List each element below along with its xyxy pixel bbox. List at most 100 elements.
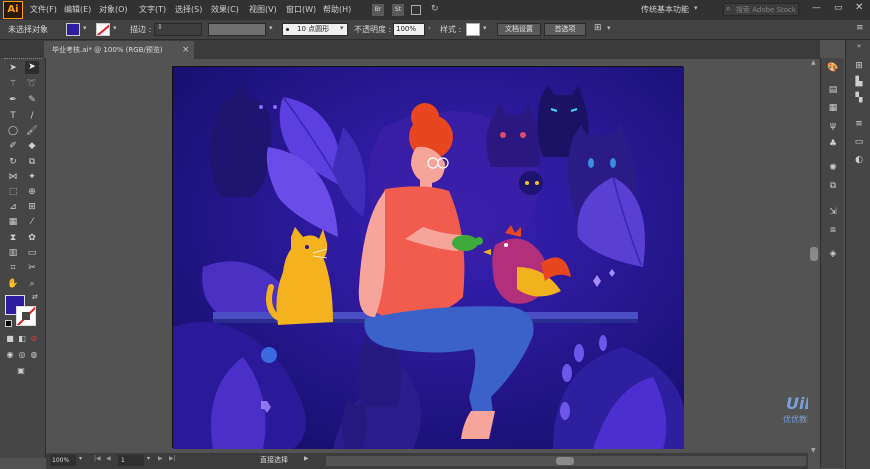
symbols-icon[interactable]: ♣ [826,138,840,150]
horizontal-scrollbar[interactable] [326,456,806,466]
scroll-up-icon[interactable]: ▲ [811,59,816,66]
bridge-button[interactable]: Br [372,4,384,16]
artboard-tool-icon[interactable]: ▭ [25,247,39,260]
status-arrow-icon[interactable]: ▶ [304,455,309,462]
close-icon[interactable]: ✕ [855,2,863,13]
none-mode-icon[interactable]: ⊘ [27,332,41,345]
lasso-tool-icon[interactable]: ➰ [25,78,39,91]
scroll-down-icon[interactable]: ▼ [811,447,816,454]
opacity-arrow-icon[interactable]: › [428,24,431,32]
ellipse-tool-icon[interactable]: ◯ [6,125,20,138]
menu-type[interactable]: 文字(T) [139,4,166,15]
profile-chevron-icon[interactable]: ▾ [269,24,273,32]
perspective-grid-tool-icon[interactable]: ⊿ [6,201,20,214]
maximize-icon[interactable]: ▭ [834,3,843,13]
scale-tool-icon[interactable]: ⧉ [25,156,39,169]
collapse-panels-icon[interactable]: » [852,40,866,52]
hand-tool-icon[interactable]: ✋ [6,278,20,291]
draw-inside-icon[interactable]: ◍ [27,348,41,361]
screen-mode-icon[interactable]: ▣ [14,364,28,377]
export-icon[interactable]: ⇲ [826,206,840,218]
menu-select[interactable]: 选择(S) [175,4,202,15]
direct-selection-tool-icon[interactable]: ➤ [25,61,39,74]
gradient-panel-icon[interactable]: ▭ [852,136,866,148]
menu-object[interactable]: 对象(O) [99,4,128,15]
preferences-button[interactable]: 首选项 [544,23,586,36]
zoom-chevron-icon[interactable]: ▾ [79,455,82,462]
brush-definition-dropdown[interactable]: 10 点圆形 [282,23,348,36]
last-artboard-icon[interactable]: ▶| [169,455,176,462]
stroke-color-box[interactable] [16,306,36,326]
symbol-sprayer-tool-icon[interactable]: ✿ [25,232,39,245]
artboards-icon[interactable]: ⧈ [826,224,840,236]
menu-view[interactable]: 视图(V) [249,4,277,15]
artboard-number-field[interactable]: 1 [118,455,144,466]
brush-chevron-icon[interactable]: ▾ [340,24,344,32]
column-graph-tool-icon[interactable]: ▥ [6,247,20,260]
menu-edit[interactable]: 编辑(E) [64,4,91,15]
fill-color-swatch[interactable] [66,23,80,36]
variable-width-profile[interactable] [208,23,266,36]
graphic-style-swatch[interactable] [466,23,480,36]
tab-close-icon[interactable]: × [182,41,190,59]
workspace-chevron-icon[interactable]: ▾ [694,4,698,12]
appearance-icon[interactable]: ✺ [826,162,840,174]
type-tool-icon[interactable]: T [6,110,20,123]
pathfinder-icon[interactable]: ▚ [852,92,866,104]
eyedropper-tool-icon[interactable]: ⁄ [25,216,39,229]
swap-fill-stroke-icon[interactable]: ⇄ [32,293,38,301]
artboard-chevron-icon[interactable]: ▾ [147,455,150,462]
workspace-grid-icon[interactable] [411,5,421,15]
zoom-tool-icon[interactable]: ⌕ [25,278,39,291]
scroll-thumb[interactable] [810,247,818,261]
stock-search-input[interactable]: ⌕ 搜索 Adobe Stock [723,3,799,16]
arrange-chevron-icon[interactable]: ▾ [607,24,611,32]
stroke-panel-icon[interactable]: ≡ [852,118,866,130]
vertical-scrollbar[interactable]: ▲ ▼ [808,59,820,458]
align-icon[interactable]: ▙ [852,76,866,88]
stepper-arrows-icon[interactable]: ⇕ [157,23,163,31]
document-setup-button[interactable]: 文档设置 [497,23,541,36]
curvature-tool-icon[interactable]: ✎ [25,94,39,107]
panel-menu-icon[interactable]: ≡ [856,23,864,33]
paintbrush-tool-icon[interactable]: 🖌 [25,125,39,138]
graphic-styles-icon[interactable]: ⧉ [826,180,840,192]
shaper-tool-icon[interactable]: ✐ [6,140,20,153]
menu-window[interactable]: 窗口(W) [286,4,316,15]
knife-tool-icon[interactable]: ✂ [25,262,39,275]
selection-tool-icon[interactable]: ➤ [6,62,20,75]
line-tool-icon[interactable]: / [25,110,39,123]
color-guide-icon[interactable]: ▤ [826,84,840,96]
zoom-level-field[interactable]: 100% [50,455,76,466]
slice-tool-icon[interactable]: ⌗ [6,262,20,275]
menu-file[interactable]: 文件(F) [30,4,57,15]
color-panel-icon[interactable]: 🎨 [826,62,840,74]
blend-tool-icon[interactable]: ⧗ [6,232,20,245]
sync-icon[interactable]: ↻ [431,4,439,14]
shape-builder-tool-icon[interactable]: ⊕ [25,186,39,199]
opacity-input[interactable]: 100% [393,23,425,36]
first-artboard-icon[interactable]: |◀ [94,455,101,462]
artboard[interactable] [172,66,684,449]
menu-effect[interactable]: 效果(C) [211,4,239,15]
gradient-tool-icon[interactable]: ▦ [6,216,20,229]
magic-wand-tool-icon[interactable]: ⚚ [6,78,20,91]
fill-chevron-icon[interactable]: ▾ [83,24,87,32]
stroke-chevron-icon[interactable]: ▾ [113,24,117,32]
free-transform-tool-icon[interactable]: ⬚ [6,186,20,199]
stroke-color-swatch[interactable] [96,23,110,36]
stock-button[interactable]: St [392,4,404,16]
eraser-tool-icon[interactable]: ◆ [25,140,39,153]
rotate-tool-icon[interactable]: ↻ [6,156,20,169]
swatches-icon[interactable]: ▦ [826,102,840,114]
app-logo[interactable]: Ai [3,1,23,19]
document-tab[interactable]: 毕业考核.ai* @ 100% (RGB/预览) × [44,41,194,59]
menu-help[interactable]: 帮助(H) [323,4,351,15]
arrange-icon[interactable]: ⊞ [594,23,602,33]
transform-icon[interactable]: ⊞ [852,60,866,72]
pen-tool-icon[interactable]: ✒ [6,94,20,107]
brushes-icon[interactable]: ψ [826,120,840,132]
stroke-weight-stepper[interactable]: ⇕ [154,23,202,36]
workspace-switcher[interactable]: 传统基本功能 [641,4,689,15]
prev-artboard-icon[interactable]: ◀ [106,455,111,462]
